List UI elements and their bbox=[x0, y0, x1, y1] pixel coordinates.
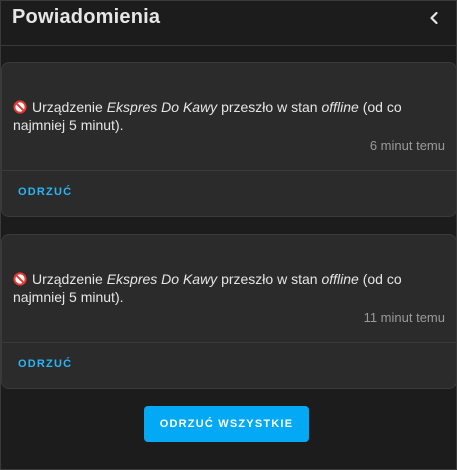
no-entry-icon bbox=[13, 100, 27, 114]
drawer-header: Powiadomienia bbox=[1, 1, 456, 46]
no-entry-icon bbox=[13, 272, 27, 286]
dismiss-button[interactable]: ODRZUĆ bbox=[18, 186, 72, 198]
device-name: Ekspres Do Kawy bbox=[106, 99, 218, 115]
device-state: offline bbox=[321, 271, 359, 287]
drawer-title: Powiadomienia bbox=[12, 6, 161, 28]
notification-actions: ODRZUĆ bbox=[2, 343, 456, 388]
notification-body: Urządzenie Ekspres Do Kawy przeszło w st… bbox=[2, 63, 456, 171]
notification-card: Urządzenie Ekspres Do Kawy przeszło w st… bbox=[1, 234, 457, 389]
notifications-drawer: Powiadomienia Urządzenie Ekspres Do Kawy… bbox=[0, 0, 457, 470]
device-name: Ekspres Do Kawy bbox=[106, 271, 218, 287]
notification-card: Urządzenie Ekspres Do Kawy przeszło w st… bbox=[1, 62, 457, 217]
dismiss-button[interactable]: ODRZUĆ bbox=[18, 358, 72, 370]
notification-message: Urządzenie Ekspres Do Kawy przeszło w st… bbox=[13, 271, 402, 305]
chevron-left-icon bbox=[430, 11, 438, 25]
notification-actions: ODRZUĆ bbox=[2, 171, 456, 216]
notification-timestamp: 6 minut temu bbox=[369, 138, 445, 153]
dismiss-all-button[interactable]: ODRZUĆ WSZYSTKIE bbox=[144, 406, 309, 442]
device-state: offline bbox=[321, 99, 359, 115]
close-drawer-button[interactable] bbox=[424, 8, 444, 28]
notification-body: Urządzenie Ekspres Do Kawy przeszło w st… bbox=[2, 235, 456, 343]
notification-timestamp: 11 minut temu bbox=[363, 310, 445, 325]
notification-message: Urządzenie Ekspres Do Kawy przeszło w st… bbox=[13, 99, 402, 133]
